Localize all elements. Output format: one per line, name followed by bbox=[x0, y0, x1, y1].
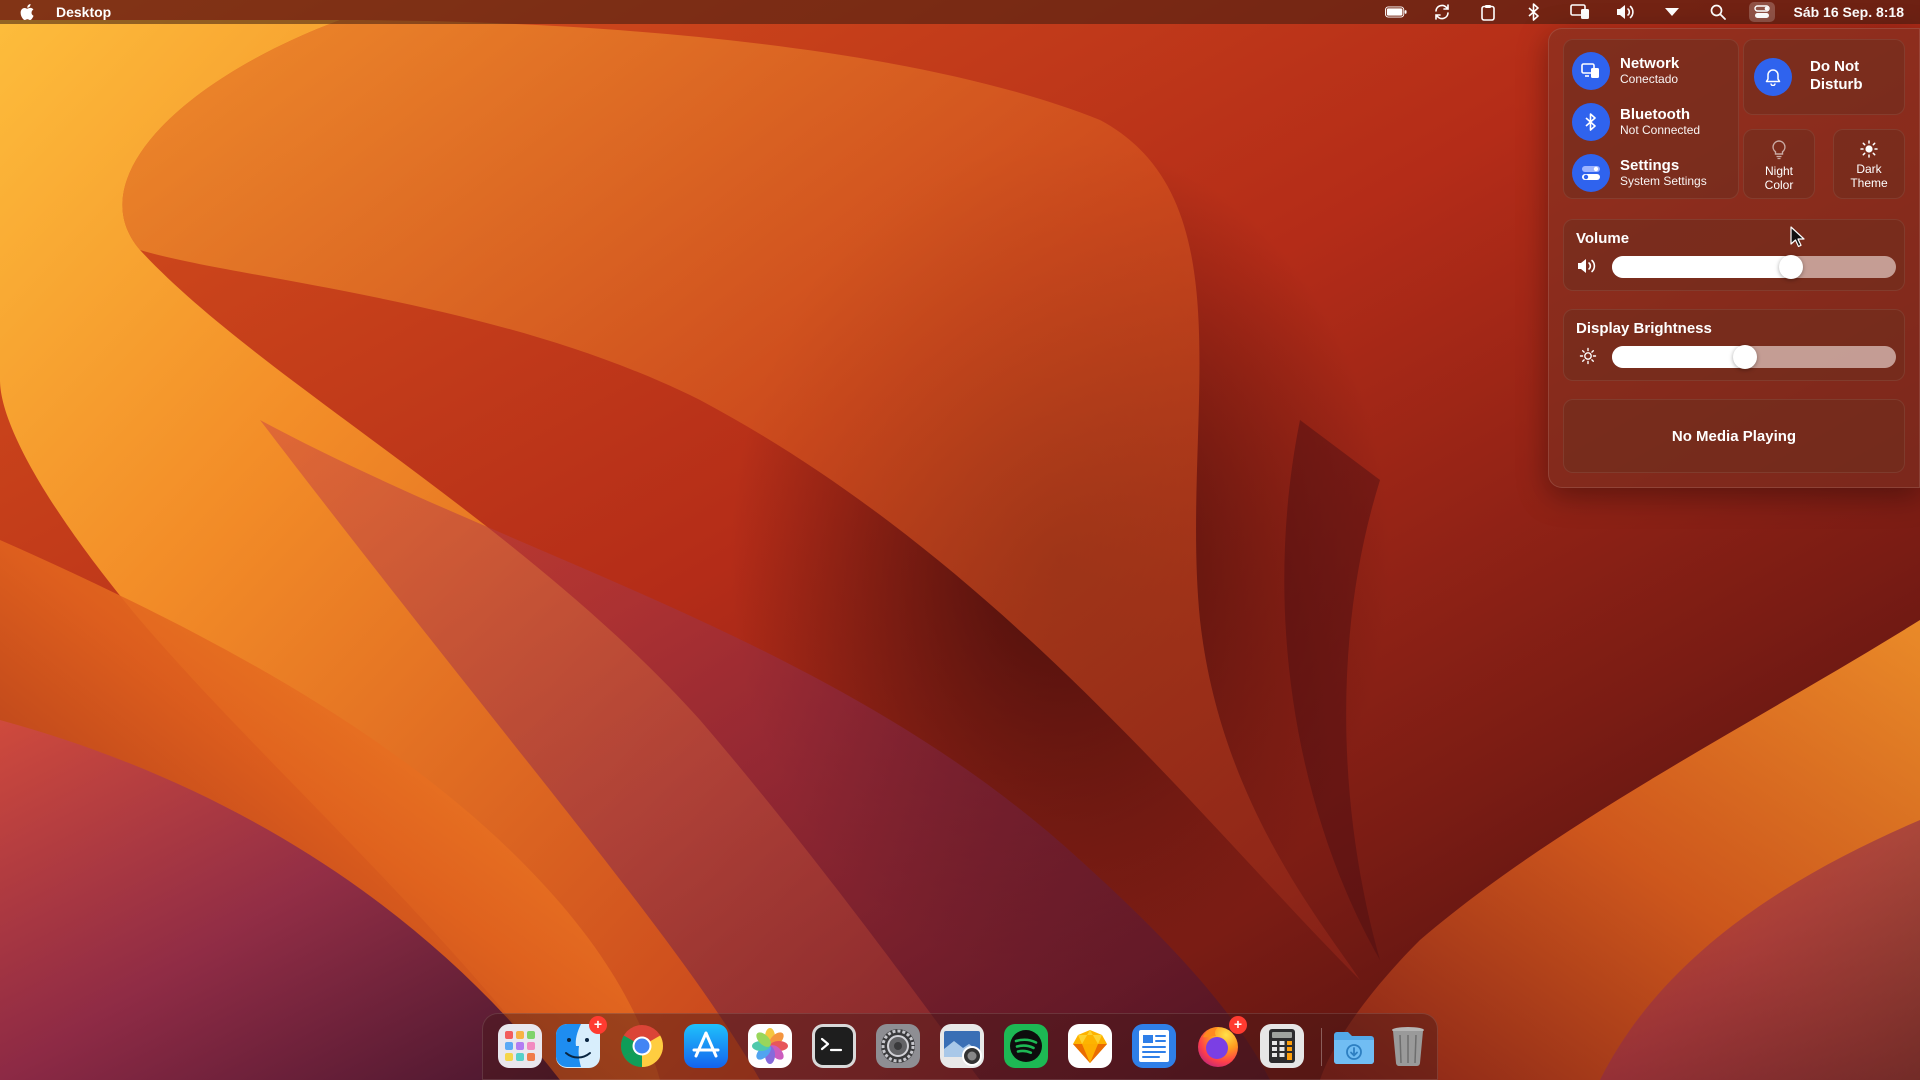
volume-slider-fill bbox=[1612, 256, 1795, 278]
bell-icon bbox=[1754, 58, 1792, 96]
mouse-cursor-icon bbox=[1790, 226, 1805, 248]
firefox-badge: + bbox=[1229, 1016, 1247, 1034]
app-store-icon bbox=[684, 1024, 728, 1068]
dock-item-terminal[interactable] bbox=[811, 1023, 857, 1069]
photos-icon bbox=[748, 1024, 792, 1068]
media-tile: No Media Playing bbox=[1563, 399, 1905, 473]
battery-icon[interactable] bbox=[1385, 1, 1408, 23]
dock-item-chrome[interactable] bbox=[619, 1023, 665, 1069]
dock-item-calculator[interactable] bbox=[1259, 1023, 1305, 1069]
chrome-icon bbox=[620, 1025, 664, 1067]
speaker-icon[interactable] bbox=[1576, 256, 1600, 276]
brightness-slider[interactable] bbox=[1612, 345, 1896, 369]
control-center-panel: Network Conectado Bluetooth Not Connecte… bbox=[1548, 28, 1920, 488]
dock-item-system-settings[interactable] bbox=[875, 1023, 921, 1069]
clipboard-icon[interactable] bbox=[1477, 1, 1499, 23]
launchpad-icon bbox=[498, 1024, 542, 1068]
dock-item-firefox[interactable]: + bbox=[1195, 1016, 1247, 1069]
terminal-icon bbox=[812, 1024, 856, 1068]
text-editor-icon bbox=[1132, 1024, 1176, 1068]
sketch-icon bbox=[1068, 1024, 1112, 1068]
dock: + + bbox=[482, 1013, 1438, 1080]
brightness-tile: Display Brightness bbox=[1563, 309, 1905, 381]
network-title: Network bbox=[1620, 55, 1680, 72]
network-icon bbox=[1572, 52, 1610, 90]
dock-item-app-store[interactable] bbox=[683, 1023, 729, 1069]
settings-subtitle: System Settings bbox=[1620, 174, 1707, 188]
wifi-icon[interactable] bbox=[1661, 1, 1683, 23]
volume-slider-knob[interactable] bbox=[1779, 255, 1803, 279]
dock-item-spotify[interactable] bbox=[1003, 1023, 1049, 1069]
connectivity-tile: Network Conectado Bluetooth Not Connecte… bbox=[1563, 39, 1739, 199]
dock-item-trash[interactable] bbox=[1385, 1023, 1431, 1069]
dock-item-text-editor[interactable] bbox=[1131, 1023, 1177, 1069]
network-status: Conectado bbox=[1620, 72, 1679, 86]
night-color-tile[interactable]: Night Color bbox=[1743, 129, 1815, 199]
dock-separator bbox=[1321, 1028, 1322, 1066]
network-toggle[interactable]: Network Conectado bbox=[1572, 52, 1679, 90]
dock-item-photos[interactable] bbox=[747, 1023, 793, 1069]
settings-title: Settings bbox=[1620, 157, 1680, 174]
spotify-icon bbox=[1004, 1024, 1048, 1068]
menu-bar: Desktop Sáb 16 Sep. 8:18 bbox=[0, 0, 1920, 24]
finder-badge: + bbox=[589, 1016, 607, 1034]
settings-toggle[interactable]: Settings System Settings bbox=[1572, 154, 1707, 192]
dock-item-finder[interactable]: + bbox=[555, 1016, 607, 1069]
dock-item-sketch[interactable] bbox=[1067, 1023, 1113, 1069]
menubar-clock[interactable]: Sáb 16 Sep. 8:18 bbox=[1793, 4, 1904, 20]
gear-icon bbox=[876, 1024, 920, 1068]
night-color-label-line2: Color bbox=[1764, 178, 1794, 192]
dock-item-screenshot[interactable] bbox=[939, 1023, 985, 1069]
volume-icon[interactable] bbox=[1615, 1, 1637, 23]
dark-theme-label-line2: Theme bbox=[1850, 176, 1888, 190]
bluetooth-icon bbox=[1572, 103, 1610, 141]
brightness-label: Display Brightness bbox=[1576, 320, 1712, 337]
bluetooth-toggle[interactable]: Bluetooth Not Connected bbox=[1572, 103, 1700, 141]
apple-logo-icon[interactable] bbox=[18, 2, 38, 22]
screen-mirroring-icon[interactable] bbox=[1569, 1, 1591, 23]
dnd-label-line1: Do Not bbox=[1810, 58, 1860, 75]
brightness-slider-knob[interactable] bbox=[1733, 345, 1757, 369]
bluetooth-title: Bluetooth bbox=[1620, 106, 1690, 123]
lightbulb-icon bbox=[1772, 140, 1786, 160]
media-status: No Media Playing bbox=[1671, 428, 1797, 445]
dark-theme-label-line1: Dark bbox=[1856, 162, 1882, 176]
dock-item-launchpad[interactable] bbox=[497, 1023, 543, 1069]
settings-toggle-icon bbox=[1572, 154, 1610, 192]
dnd-label-line2: Disturb bbox=[1810, 76, 1863, 93]
screenshot-icon bbox=[940, 1024, 984, 1068]
night-color-label-line1: Night bbox=[1764, 164, 1793, 178]
volume-label: Volume bbox=[1576, 230, 1630, 247]
dark-theme-tile[interactable]: Dark Theme bbox=[1833, 129, 1905, 199]
dock-item-downloads[interactable] bbox=[1331, 1023, 1377, 1069]
bluetooth-icon[interactable] bbox=[1523, 1, 1545, 23]
search-icon[interactable] bbox=[1707, 1, 1729, 23]
volume-tile: Volume bbox=[1563, 219, 1905, 291]
brightness-slider-fill bbox=[1612, 346, 1749, 368]
trash-icon bbox=[1392, 1027, 1424, 1066]
bluetooth-status: Not Connected bbox=[1620, 123, 1701, 137]
sun-icon bbox=[1860, 140, 1878, 158]
control-center-icon[interactable] bbox=[1749, 2, 1776, 22]
do-not-disturb-tile[interactable]: Do Not Disturb bbox=[1743, 39, 1905, 115]
calculator-icon bbox=[1260, 1024, 1304, 1068]
volume-slider[interactable] bbox=[1612, 255, 1896, 279]
active-app-name[interactable]: Desktop bbox=[56, 4, 111, 20]
sync-icon[interactable] bbox=[1431, 1, 1453, 23]
downloads-folder-icon bbox=[1334, 1032, 1374, 1064]
brightness-icon bbox=[1576, 346, 1600, 366]
